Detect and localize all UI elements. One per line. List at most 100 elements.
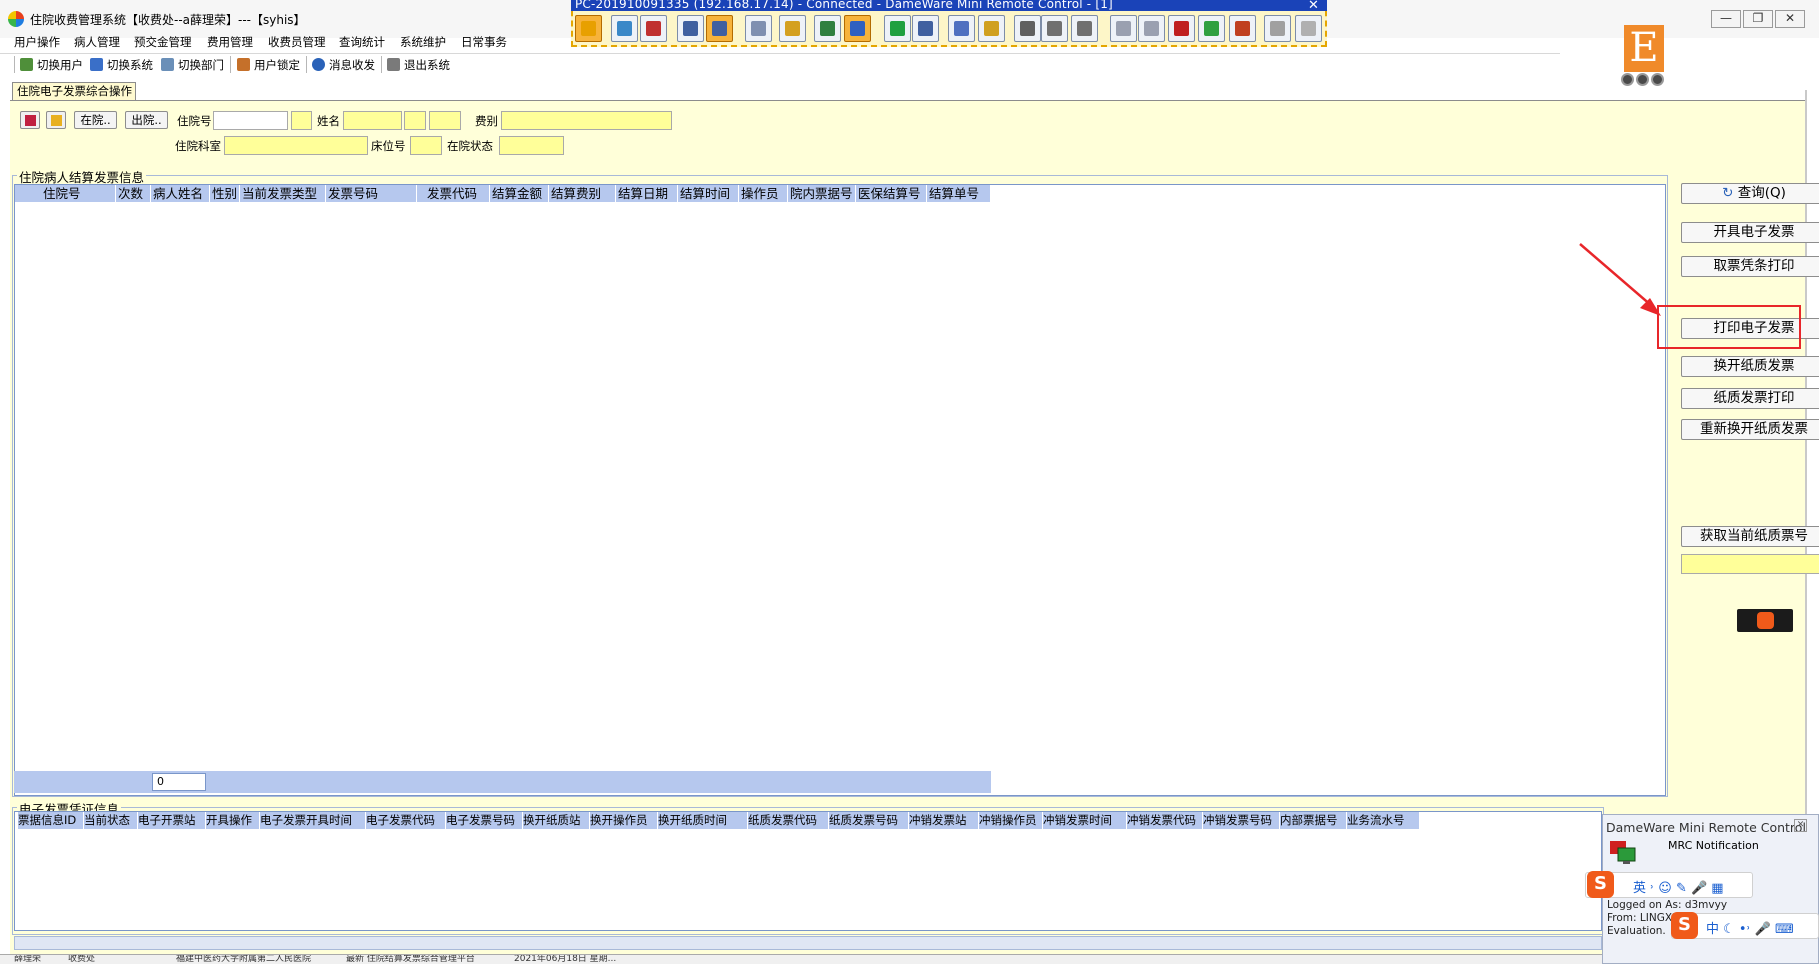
bed-input[interactable] — [410, 136, 442, 155]
column-header[interactable]: 结算时间 — [678, 185, 739, 202]
column-header[interactable]: 结算金额 — [490, 185, 549, 202]
column-header[interactable]: 换开纸质时间 — [658, 812, 748, 829]
remote-close-icon[interactable]: ✕ — [1308, 0, 1319, 13]
view-tool-button[interactable] — [814, 15, 841, 42]
column-header[interactable]: 医保结算号 — [856, 185, 927, 202]
paper-invoice-print-button[interactable]: 纸质发票打印 — [1681, 388, 1819, 409]
column-header[interactable]: 冲销操作员 — [979, 812, 1043, 829]
column-header[interactable]: 业务流水号 — [1347, 812, 1420, 829]
column-header[interactable]: 次数 — [116, 185, 151, 202]
admission-no-input[interactable] — [213, 111, 288, 130]
ime-mini-toolbar[interactable] — [1737, 609, 1793, 632]
close-button[interactable]: ✕ — [1775, 10, 1805, 28]
column-header[interactable]: 当前发票类型 — [240, 185, 326, 202]
column-header[interactable]: 结算单号 — [927, 185, 991, 202]
column-header[interactable]: 冲销发票号码 — [1203, 812, 1280, 829]
window-tool-button[interactable] — [1264, 15, 1291, 42]
menu-deposit[interactable]: 预交金管理 — [134, 34, 192, 50]
menu-patient[interactable]: 病人管理 — [74, 34, 120, 50]
reswap-paper-invoice-button[interactable]: 重新换开纸质发票 — [1681, 419, 1819, 440]
admission-count-input[interactable] — [291, 111, 312, 130]
name-input[interactable] — [343, 111, 402, 130]
menu-cashier[interactable]: 收费员管理 — [268, 34, 326, 50]
discharged-button[interactable]: 出院.. — [125, 111, 168, 129]
settlement-grid[interactable] — [14, 184, 1666, 796]
voucher-scrollbar[interactable] — [14, 936, 1602, 950]
menu-user-ops[interactable]: 用户操作 — [14, 34, 60, 50]
transfer-tool-button[interactable] — [1198, 15, 1225, 42]
menu-daily[interactable]: 日常事务 — [461, 34, 507, 50]
column-header[interactable]: 纸质发票号码 — [829, 812, 909, 829]
column-header[interactable]: 发票号码 — [326, 185, 417, 202]
menu-maintenance[interactable]: 系统维护 — [400, 34, 446, 50]
column-header[interactable]: 发票代码 — [417, 185, 490, 202]
menu-fees[interactable]: 费用管理 — [207, 34, 253, 50]
column-header[interactable]: 冲销发票站 — [909, 812, 979, 829]
card-reader-button[interactable] — [20, 111, 40, 129]
column-header[interactable]: 电子发票开具时间 — [260, 812, 366, 829]
column-header[interactable]: 纸质发票代码 — [748, 812, 829, 829]
lock-user-button[interactable]: 用户锁定 — [237, 57, 300, 73]
column-header[interactable]: 冲销发票代码 — [1127, 812, 1203, 829]
column-header[interactable]: 结算日期 — [616, 185, 678, 202]
column-header[interactable]: 开具操作 — [206, 812, 260, 829]
select-tool-button[interactable] — [912, 15, 939, 42]
ime-toolbar-glyphs[interactable]: 中 ☾ •˒ 🎤 ⌨ — [1706, 918, 1794, 937]
query-button[interactable]: ↻ 查询(Q) — [1681, 183, 1819, 204]
keyboard-tool-button[interactable] — [844, 15, 871, 42]
disconnect-tool-button[interactable] — [640, 15, 667, 42]
column-header[interactable]: 性别 — [210, 185, 240, 202]
dept-input[interactable] — [224, 136, 368, 155]
unlock-tool-button[interactable] — [1295, 15, 1322, 42]
menu-query-stats[interactable]: 查询统计 — [339, 34, 385, 50]
minimize-button[interactable]: — — [1711, 10, 1741, 28]
lock-tool-button[interactable] — [779, 15, 806, 42]
text-tool-button[interactable] — [745, 15, 772, 42]
fee-type-input[interactable] — [501, 111, 672, 130]
maximize-button[interactable]: ❐ — [1743, 10, 1773, 28]
transfer2-tool-button[interactable] — [1229, 15, 1256, 42]
column-header[interactable]: 电子发票号码 — [446, 812, 523, 829]
copy2-tool-button[interactable] — [1138, 15, 1165, 42]
sogou-ime-icon[interactable]: S — [1671, 912, 1698, 939]
print2-tool-button[interactable] — [1071, 15, 1098, 42]
gender-input[interactable] — [404, 111, 426, 130]
settings-tool-button[interactable] — [978, 15, 1005, 42]
column-header[interactable]: 院内票据号 — [788, 185, 856, 202]
stop-tool-button[interactable] — [1168, 15, 1195, 42]
column-header[interactable]: 住院号 — [15, 185, 116, 202]
move-tool-button[interactable] — [706, 15, 733, 42]
in-hospital-button[interactable]: 在院.. — [74, 111, 117, 129]
column-header[interactable]: 电子发票代码 — [366, 812, 446, 829]
age-input[interactable] — [429, 111, 461, 130]
capture-tool-button[interactable] — [1014, 15, 1041, 42]
pointer-tool-button[interactable] — [884, 15, 911, 42]
column-header[interactable]: 操作员 — [739, 185, 788, 202]
column-header[interactable]: 病人姓名 — [151, 185, 210, 202]
sogou-ime-icon[interactable]: S — [1587, 871, 1614, 898]
column-header[interactable]: 换开纸质站 — [523, 812, 590, 829]
switch-dept-button[interactable]: 切换部门 — [161, 57, 224, 73]
mrc-close-button[interactable]: ✕ — [1794, 819, 1807, 832]
column-header[interactable]: 换开操作员 — [590, 812, 658, 829]
paper-number-field[interactable] — [1681, 554, 1819, 574]
print-tool-button[interactable] — [1041, 15, 1068, 42]
column-header[interactable]: 冲销发票时间 — [1043, 812, 1127, 829]
column-header[interactable]: 结算费别 — [549, 185, 616, 202]
monitor-tool-button[interactable] — [611, 15, 638, 42]
clear-button[interactable] — [46, 111, 66, 129]
ime-toolbar-glyphs[interactable]: 英 ˒ ☺ ✎ 🎤 ▦ — [1633, 877, 1724, 896]
messages-button[interactable]: 消息收发 — [312, 57, 375, 73]
voucher-grid[interactable] — [14, 811, 1602, 931]
swap-paper-invoice-button[interactable]: 换开纸质发票 — [1681, 356, 1819, 377]
copy-tool-button[interactable] — [1110, 15, 1137, 42]
screen-tool-button[interactable] — [677, 15, 704, 42]
column-header[interactable]: 电子开票站 — [138, 812, 206, 829]
get-paper-number-button[interactable]: 获取当前纸质票号 — [1681, 526, 1819, 547]
pin-tool-button[interactable] — [575, 15, 602, 42]
switch-user-button[interactable]: 切换用户 — [20, 57, 83, 73]
tab-einvoice-ops[interactable]: 住院电子发票综合操作 — [12, 82, 136, 101]
column-header[interactable]: 票据信息ID — [18, 812, 84, 829]
issue-einvoice-button[interactable]: 开具电子发票 — [1681, 222, 1819, 243]
column-header[interactable]: 当前状态 — [84, 812, 138, 829]
